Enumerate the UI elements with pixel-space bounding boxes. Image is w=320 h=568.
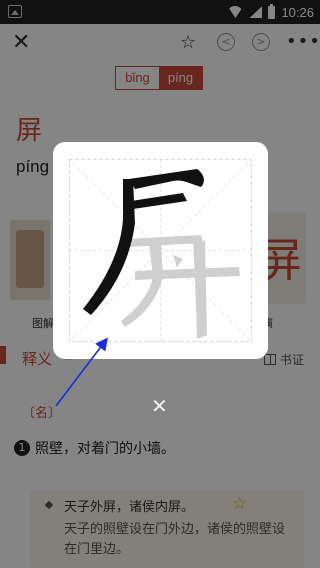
- popup-close-icon[interactable]: ✕: [151, 396, 168, 416]
- pending-strokes: [121, 235, 240, 339]
- stroke-order-card: [53, 142, 268, 359]
- stroke-grid: [69, 159, 252, 342]
